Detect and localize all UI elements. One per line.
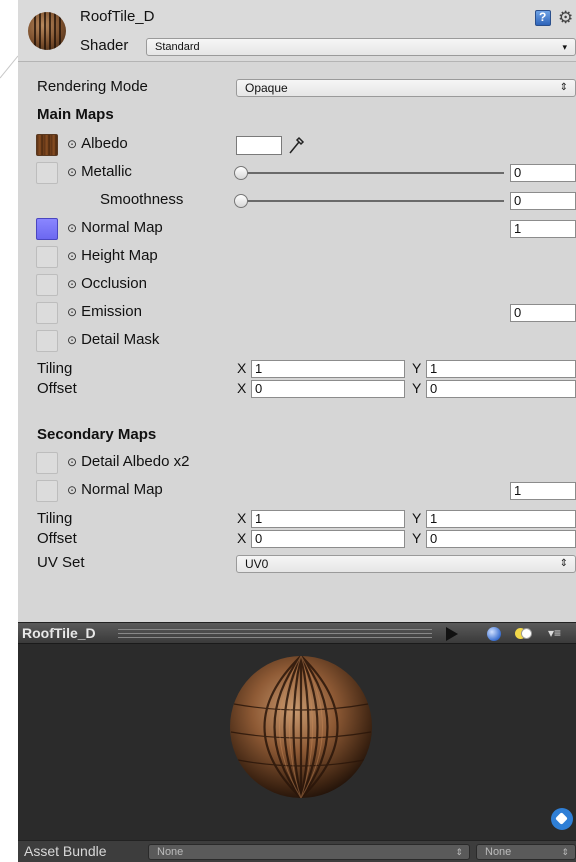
secondary-tiling-x-field[interactable]: 1 [251, 510, 405, 528]
preview-toolbar[interactable]: RoofTile_D ▾≡ [18, 622, 576, 644]
secondary-tiling-label: Tiling [37, 510, 73, 527]
main-maps-heading: Main Maps [37, 106, 114, 123]
secondary-offset-x-label: X [237, 530, 247, 546]
albedo-texture-slot[interactable] [36, 134, 58, 156]
lighting-icon[interactable] [515, 628, 533, 640]
material-inspector: RoofTile_D Shader Standard ▾ ⚙ Rendering… [18, 0, 576, 862]
main-offset-y-field[interactable]: 0 [426, 380, 576, 398]
uv-set-label: UV Set [37, 554, 85, 571]
secondary-offset-y-label: Y [412, 530, 422, 546]
tag-icon[interactable] [551, 808, 573, 830]
asset-variant-dropdown[interactable]: None ⇕ [476, 844, 576, 860]
occlusion-texture-slot[interactable] [36, 274, 58, 296]
secondary-tiling-x-label: X [237, 510, 247, 526]
material-thumbnail-icon [28, 12, 66, 50]
main-tiling-y-field[interactable]: 1 [426, 360, 576, 378]
height-map-label[interactable]: ⊙ Height Map [67, 247, 158, 264]
asset-bundle-value: None [157, 846, 184, 858]
secondary-normal-map-texture-slot[interactable] [36, 480, 58, 502]
detail-albedo-texture-slot[interactable] [36, 452, 58, 474]
detail-mask-label[interactable]: ⊙ Detail Mask [67, 331, 159, 348]
albedo-label[interactable]: ⊙ Albedo [67, 135, 128, 152]
texture-picker-icon: ⊙ [67, 221, 78, 235]
updown-arrow-icon: ⇕ [455, 847, 463, 857]
main-tiling-x-label: X [237, 360, 247, 376]
texture-picker-icon: ⊙ [67, 305, 78, 319]
play-icon[interactable] [446, 627, 458, 641]
shader-label: Shader [80, 37, 129, 54]
occlusion-label[interactable]: ⊙ Occlusion [67, 275, 147, 292]
main-tiling-label: Tiling [37, 360, 73, 377]
main-offset-x-field[interactable]: 0 [251, 380, 405, 398]
albedo-color-swatch[interactable] [236, 136, 282, 155]
asset-bundle-bar: Asset Bundle None ⇕ None ⇕ [18, 840, 576, 862]
emission-texture-slot[interactable] [36, 302, 58, 324]
uv-set-dropdown[interactable]: UV0 ⇕ [236, 555, 576, 573]
main-offset-label: Offset [37, 380, 77, 397]
sphere-preview-icon[interactable] [487, 627, 501, 641]
preview-title: RoofTile_D [22, 625, 96, 641]
secondary-normal-map-scale-field[interactable]: 1 [510, 482, 576, 500]
smoothness-value-field[interactable]: 0 [510, 192, 576, 210]
asset-variant-value: None [485, 846, 512, 858]
material-preview-area[interactable] [18, 644, 576, 840]
normal-map-scale-field[interactable]: 1 [510, 220, 576, 238]
detail-mask-texture-slot[interactable] [36, 330, 58, 352]
updown-arrow-icon: ⇕ [559, 558, 568, 569]
normal-map-label[interactable]: ⊙ Normal Map [67, 219, 163, 236]
main-tiling-x-field[interactable]: 1 [251, 360, 405, 378]
rendering-mode-value: Opaque [245, 81, 288, 95]
emission-value-field[interactable]: 0 [510, 304, 576, 322]
rendering-mode-label: Rendering Mode [37, 78, 148, 95]
shader-value: Standard [155, 41, 200, 53]
metallic-texture-slot[interactable] [36, 162, 58, 184]
metallic-slider-knob[interactable] [234, 166, 248, 180]
chevron-down-icon: ▾ [562, 42, 567, 52]
inspector-header: RoofTile_D Shader Standard ▾ ⚙ [18, 0, 576, 62]
smoothness-slider-track[interactable] [242, 200, 504, 202]
secondary-tiling-y-field[interactable]: 1 [426, 510, 576, 528]
secondary-maps-heading: Secondary Maps [37, 426, 157, 443]
main-offset-x-label: X [237, 380, 247, 396]
shader-dropdown[interactable]: Standard ▾ [146, 38, 576, 56]
updown-arrow-icon: ⇕ [559, 82, 568, 93]
texture-picker-icon: ⊙ [67, 277, 78, 291]
material-name: RoofTile_D [80, 8, 155, 25]
secondary-offset-y-field[interactable]: 0 [426, 530, 576, 548]
asset-bundle-dropdown[interactable]: None ⇕ [148, 844, 470, 860]
menu-icon[interactable]: ▾≡ [548, 626, 561, 640]
detail-albedo-label[interactable]: ⊙ Detail Albedo x2 [67, 453, 189, 470]
smoothness-label: Smoothness [100, 191, 184, 208]
secondary-normal-map-label[interactable]: ⊙ Normal Map [67, 481, 163, 498]
texture-picker-icon: ⊙ [67, 249, 78, 263]
asset-bundle-label: Asset Bundle [24, 843, 107, 859]
texture-picker-icon: ⊙ [67, 483, 78, 497]
normal-map-texture-slot[interactable] [36, 218, 58, 240]
main-tiling-y-label: Y [412, 360, 422, 376]
help-book-icon[interactable] [535, 10, 551, 26]
material-preview-sphere [230, 656, 372, 798]
secondary-offset-label: Offset [37, 530, 77, 547]
texture-picker-icon: ⊙ [67, 137, 78, 151]
updown-arrow-icon: ⇕ [561, 847, 569, 857]
gear-icon[interactable]: ⚙ [558, 8, 573, 28]
metallic-label[interactable]: ⊙ Metallic [67, 163, 132, 180]
drag-handle[interactable] [118, 629, 432, 638]
metallic-slider-track[interactable] [242, 172, 504, 174]
rendering-mode-dropdown[interactable]: Opaque ⇕ [236, 79, 576, 97]
height-map-texture-slot[interactable] [36, 246, 58, 268]
texture-picker-icon: ⊙ [67, 333, 78, 347]
main-offset-y-label: Y [412, 380, 422, 396]
emission-label[interactable]: ⊙ Emission [67, 303, 142, 320]
metallic-value-field[interactable]: 0 [510, 164, 576, 182]
smoothness-slider-knob[interactable] [234, 194, 248, 208]
eyedropper-icon[interactable] [286, 134, 306, 156]
background-diagonal-line [0, 55, 18, 79]
uv-set-value: UV0 [245, 557, 269, 571]
secondary-offset-x-field[interactable]: 0 [251, 530, 405, 548]
background-strip [0, 0, 18, 862]
secondary-tiling-y-label: Y [412, 510, 422, 526]
texture-picker-icon: ⊙ [67, 455, 78, 469]
texture-picker-icon: ⊙ [67, 165, 78, 179]
